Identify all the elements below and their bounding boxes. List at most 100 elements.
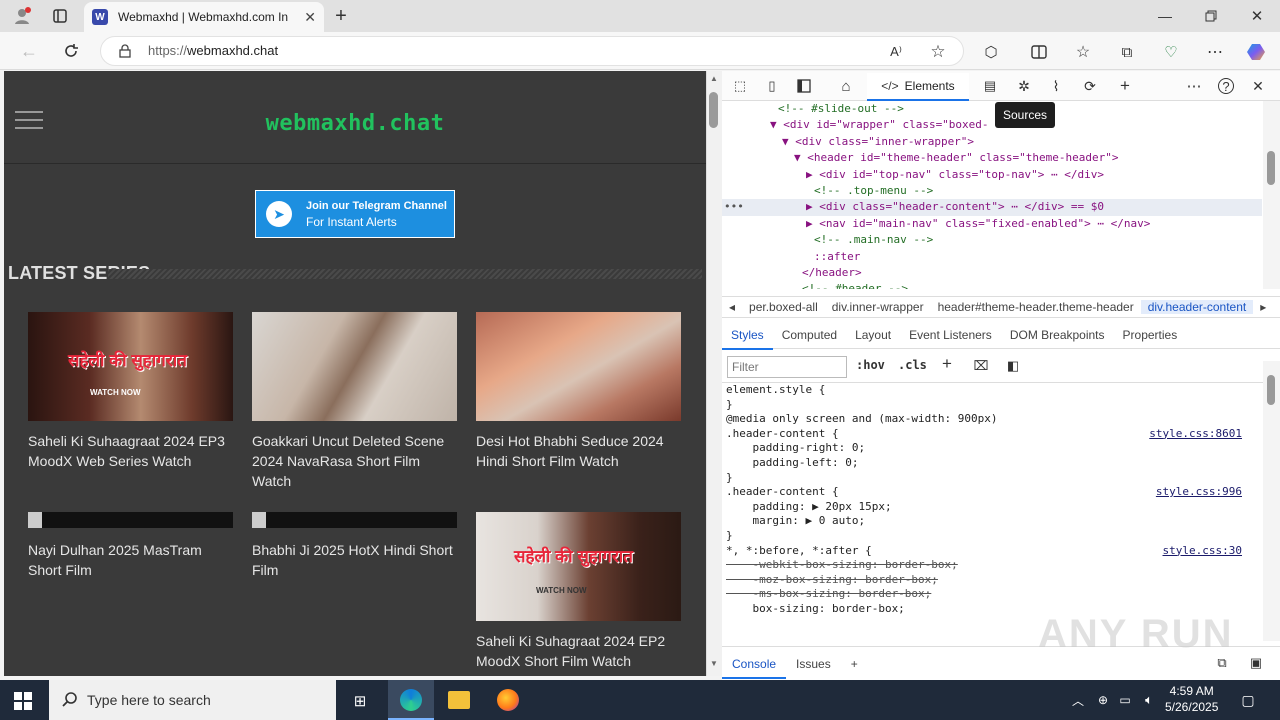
- minimize-icon[interactable]: —: [1154, 6, 1176, 26]
- css-line[interactable]: .header-content {style.css:996: [722, 485, 1262, 500]
- broken-image-icon[interactable]: [252, 512, 457, 528]
- toggle-sidebar-icon[interactable]: ◧: [1004, 357, 1022, 375]
- notifications-icon[interactable]: ▢: [1238, 690, 1258, 710]
- firefox-icon[interactable]: [497, 689, 519, 711]
- card-title[interactable]: Saheli Ki Suhagraat 2024 EP2 MoodX Short…: [476, 631, 681, 671]
- file-explorer-icon[interactable]: [448, 691, 470, 709]
- dom-node-line[interactable]: <!-- #slide-out -->: [722, 101, 1262, 117]
- inspect-icon[interactable]: ⬚: [730, 76, 750, 96]
- help-icon[interactable]: ?: [1218, 78, 1234, 94]
- node-actions-icon[interactable]: •••: [724, 199, 744, 215]
- css-line[interactable]: padding: ▶ 20px 15px;: [722, 500, 1262, 515]
- browser-essentials-icon[interactable]: ♡: [1160, 42, 1182, 62]
- dom-node-line[interactable]: <!-- .top-menu -->: [722, 183, 1262, 199]
- css-line[interactable]: }: [722, 398, 1262, 413]
- styles-pane[interactable]: element.style {} @media only screen and (…: [722, 383, 1262, 643]
- tray-app-icon[interactable]: ⊕: [1094, 690, 1112, 710]
- scroll-up-icon[interactable]: ▲: [708, 72, 720, 84]
- restore-icon[interactable]: [1200, 6, 1222, 26]
- series-card[interactable]: सहेली की सुहागरात WATCH NOW Saheli Ki Su…: [28, 312, 233, 471]
- css-line[interactable]: }: [722, 529, 1262, 544]
- tab-elements[interactable]: </> Elements: [867, 73, 969, 101]
- copilot-icon[interactable]: [1244, 39, 1270, 65]
- hov-button[interactable]: :hov: [856, 358, 885, 372]
- css-line[interactable]: -webkit-box-sizing: border-box;: [722, 558, 1262, 573]
- sources-bug-icon[interactable]: ✲: [1014, 76, 1034, 96]
- telegram-banner[interactable]: ➤ Join our Telegram Channel For Instant …: [255, 190, 455, 238]
- css-line[interactable]: -ms-box-sizing: border-box;: [722, 587, 1262, 602]
- extensions-icon[interactable]: ⬡: [980, 42, 1002, 62]
- windows-start-icon[interactable]: [12, 690, 34, 712]
- card-title[interactable]: Bhabhi Ji 2025 HotX Hindi Short Film: [252, 540, 457, 580]
- dom-tree[interactable]: <!-- #slide-out --> ▼ <div id="wrapper" c…: [722, 101, 1262, 289]
- css-line[interactable]: padding-right: 0;: [722, 441, 1262, 456]
- network-icon[interactable]: ⌇: [1046, 76, 1066, 96]
- close-devtools-icon[interactable]: ✕: [1248, 76, 1268, 96]
- dom-node-line[interactable]: <!-- #header -->: [722, 281, 1262, 289]
- card-title[interactable]: Goakkari Uncut Deleted Scene 2024 NavaRa…: [252, 431, 457, 491]
- welcome-home-icon[interactable]: ⌂: [836, 76, 856, 96]
- dom-node-line[interactable]: ▼ <div class="inner-wrapper">: [722, 134, 1262, 150]
- breadcrumb-item[interactable]: ◂: [722, 300, 742, 314]
- drawer-tab[interactable]: +: [841, 657, 868, 671]
- card-thumbnail[interactable]: [252, 312, 457, 421]
- site-logo[interactable]: webmaxhd.chat: [4, 111, 706, 136]
- series-card[interactable]: सहेली की सुहागरात WATCH NOW Saheli Ki Su…: [476, 512, 681, 671]
- dom-scrollbar-thumb[interactable]: [1267, 151, 1275, 185]
- new-rule-button[interactable]: +: [942, 354, 952, 374]
- dom-node-line[interactable]: </header>: [722, 265, 1262, 281]
- tab-actions-icon[interactable]: [50, 6, 70, 26]
- styles-subtab[interactable]: Layout: [846, 328, 900, 342]
- task-view-icon[interactable]: ⊞: [349, 690, 371, 712]
- card-title[interactable]: Desi Hot Bhabhi Seduce 2024 Hindi Short …: [476, 431, 681, 471]
- styles-subtab[interactable]: Computed: [773, 328, 846, 342]
- dom-node-line[interactable]: ▶ <div id="top-nav" class="top-nav"> ⋯ <…: [722, 167, 1262, 183]
- network-tray-icon[interactable]: ▭: [1116, 690, 1134, 710]
- breadcrumb-item[interactable]: div.header-content: [1140, 300, 1254, 314]
- split-screen-icon[interactable]: [1028, 42, 1050, 62]
- styles-subtab[interactable]: DOM Breakpoints: [1001, 328, 1114, 342]
- css-line[interactable]: margin: ▶ 0 auto;: [722, 514, 1262, 529]
- volume-icon[interactable]: 🔈︎: [1140, 690, 1158, 710]
- tray-chevron-icon[interactable]: ︿: [1070, 690, 1086, 710]
- breadcrumb-item[interactable]: div.inner-wrapper: [825, 300, 931, 314]
- css-source-link[interactable]: style.css:996: [1156, 485, 1242, 500]
- device-toolbar-icon[interactable]: ▯: [762, 76, 782, 96]
- dom-node-line[interactable]: ▼ <div id="wrapper" class="boxed-: [722, 117, 1262, 133]
- page-scrollbar[interactable]: [706, 71, 722, 676]
- read-aloud-icon[interactable]: A⁾: [886, 42, 906, 62]
- cls-button[interactable]: .cls: [898, 358, 927, 372]
- styles-scrollbar-thumb[interactable]: [1267, 375, 1275, 405]
- series-card[interactable]: Desi Hot Bhabhi Seduce 2024 Hindi Short …: [476, 312, 681, 471]
- favorites-icon[interactable]: ☆: [1072, 42, 1094, 62]
- breadcrumb-item[interactable]: ▸: [1253, 300, 1273, 314]
- card-thumbnail[interactable]: [476, 312, 681, 421]
- paint-icon[interactable]: ⌧: [972, 357, 990, 375]
- more-tools-icon[interactable]: +: [1115, 76, 1135, 96]
- series-card[interactable]: Goakkari Uncut Deleted Scene 2024 NavaRa…: [252, 312, 457, 491]
- clock[interactable]: 4:59 AM 5/26/2025: [1165, 683, 1218, 715]
- refresh-icon[interactable]: [60, 40, 82, 62]
- card-title[interactable]: Saheli Ki Suhaagraat 2024 EP3 MoodX Web …: [28, 431, 233, 471]
- dom-node-line[interactable]: ::after: [722, 249, 1262, 265]
- taskbar-search[interactable]: Type here to search: [49, 680, 336, 720]
- css-line[interactable]: element.style {: [722, 383, 1262, 398]
- broken-image-icon[interactable]: [28, 512, 233, 528]
- scroll-down-icon[interactable]: ▼: [708, 657, 720, 669]
- expand-drawer-icon[interactable]: ▣: [1246, 653, 1266, 673]
- favorite-star-icon[interactable]: ☆: [928, 42, 948, 62]
- breadcrumb-item[interactable]: per.boxed-all: [742, 300, 825, 314]
- more-menu-icon[interactable]: ⋯: [1204, 42, 1226, 62]
- css-line[interactable]: padding-left: 0;: [722, 456, 1262, 471]
- dom-node-line[interactable]: ▶ <div class="header-content"> ⋯ </div> …: [722, 199, 1262, 216]
- styles-subtab[interactable]: Event Listeners: [900, 328, 1001, 342]
- console-icon[interactable]: ▤: [980, 76, 1000, 96]
- styles-subtab[interactable]: Styles: [722, 320, 773, 350]
- dock-icon[interactable]: [794, 76, 814, 96]
- card-thumbnail[interactable]: सहेली की सुहागरात WATCH NOW: [28, 312, 233, 421]
- collections-icon[interactable]: ⧉: [1116, 42, 1138, 62]
- dom-node-line[interactable]: <!-- .main-nav -->: [722, 232, 1262, 248]
- css-line[interactable]: .header-content {style.css:8601: [722, 427, 1262, 442]
- dom-node-line[interactable]: ▶ <nav id="main-nav" class="fixed-enable…: [722, 216, 1262, 232]
- css-line[interactable]: -moz-box-sizing: border-box;: [722, 573, 1262, 588]
